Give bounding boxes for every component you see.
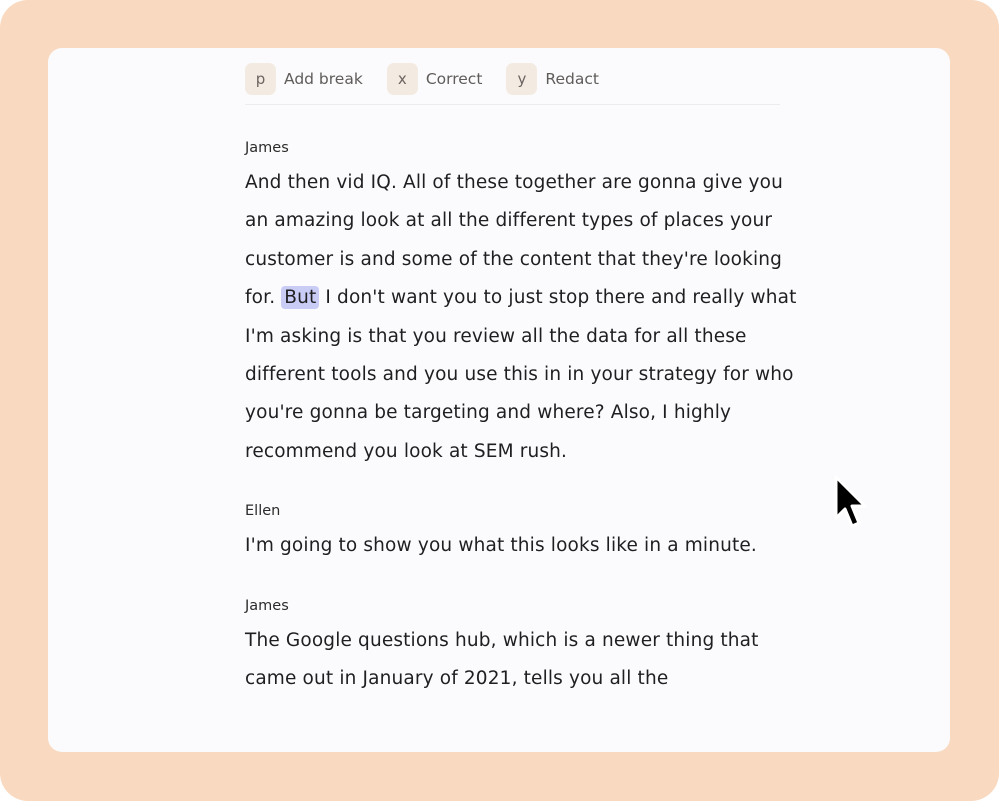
- outer-frame: p Add break x Correct y Redact James And…: [0, 0, 999, 801]
- shortcut-key-y: y: [506, 63, 538, 95]
- speaker-name: James: [245, 140, 289, 156]
- correct-button[interactable]: x Correct: [386, 63, 483, 95]
- add-break-label: Add break: [284, 70, 363, 88]
- transcript-text[interactable]: And then vid IQ. All of these together a…: [245, 164, 805, 471]
- transcript: James And then vid IQ. All of these toge…: [245, 136, 805, 726]
- transcript-editor: p Add break x Correct y Redact James And…: [48, 48, 950, 752]
- shortcut-toolbar: p Add break x Correct y Redact: [245, 63, 780, 105]
- speaker-name: Ellen: [245, 503, 281, 520]
- transcript-block: James The Google questions hub, which is…: [245, 594, 805, 699]
- highlighted-word[interactable]: But: [281, 286, 320, 310]
- add-break-button[interactable]: p Add break: [245, 63, 363, 95]
- transcript-block: Ellen I'm going to show you what this lo…: [245, 499, 805, 565]
- shortcut-key-x: x: [386, 63, 418, 95]
- transcript-block: James And then vid IQ. All of these toge…: [245, 136, 805, 471]
- redact-button[interactable]: y Redact: [506, 63, 599, 95]
- transcript-text-after: I don't want you to just stop there and …: [245, 287, 797, 462]
- mouse-cursor-icon: [834, 475, 867, 528]
- transcript-text[interactable]: I'm going to show you what this looks li…: [245, 527, 805, 565]
- shortcut-key-p: p: [245, 63, 276, 95]
- transcript-text[interactable]: The Google questions hub, which is a new…: [245, 622, 805, 699]
- speaker-name: James: [245, 597, 289, 614]
- correct-label: Correct: [425, 70, 483, 88]
- redact-label: Redact: [545, 70, 599, 88]
